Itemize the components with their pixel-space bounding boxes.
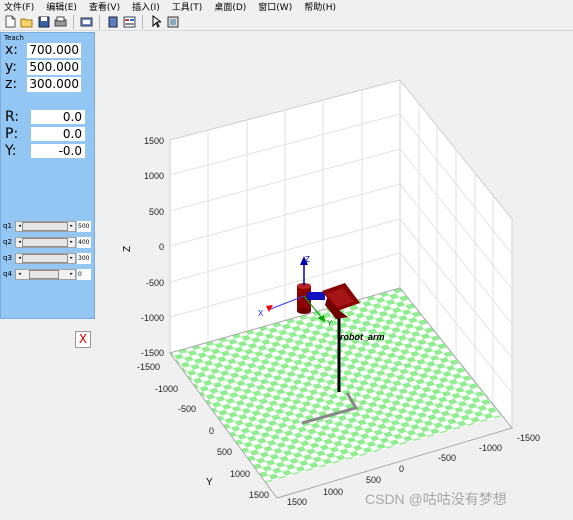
joint-q2-slider[interactable]: ◂ ▸	[15, 236, 76, 248]
svg-text:-1500: -1500	[517, 433, 540, 443]
teach-panel: Teach x: 700.000 y: 500.000 z: 300.000 R…	[0, 32, 95, 348]
print-icon[interactable]	[53, 14, 68, 29]
joint-q3-value[interactable]: 300	[77, 252, 91, 264]
position-x-row: x: 700.000	[5, 42, 81, 58]
joint-q4-slider[interactable]: ◂ ▸	[15, 268, 76, 280]
slider-right-arrow-icon[interactable]: ▸	[68, 254, 75, 263]
svg-text:-1000: -1000	[479, 443, 502, 453]
menu-edit[interactable]: 编辑(E)	[46, 0, 77, 13]
position-z-value: 300.000	[27, 76, 81, 92]
orientation-r-value: 0.0	[31, 110, 85, 124]
orientation-p-row: P: 0.0	[5, 126, 85, 142]
menu-help[interactable]: 帮助(H)	[304, 0, 336, 13]
toolbar-separator	[73, 14, 74, 29]
menu-view[interactable]: 查看(V)	[89, 0, 120, 13]
slider-left-arrow-icon[interactable]: ◂	[16, 270, 23, 279]
joint-q3-slider[interactable]: ◂ ▸	[15, 252, 76, 264]
pointer-icon[interactable]	[148, 14, 163, 29]
position-x-label: x:	[5, 42, 19, 58]
slider-right-arrow-icon[interactable]: ▸	[68, 238, 75, 247]
joint-q2-value[interactable]: 400	[77, 236, 91, 248]
joint-q1-slider[interactable]: ◂ ▸	[15, 220, 76, 232]
svg-text:500: 500	[149, 207, 164, 217]
position-y-value: 500.000	[27, 59, 81, 75]
close-button[interactable]: X	[75, 331, 91, 348]
svg-text:1000: 1000	[323, 487, 343, 497]
svg-text:-1000: -1000	[141, 313, 164, 323]
z-axis-label: Z	[122, 246, 133, 252]
orientation-y-value: -0.0	[31, 144, 85, 158]
svg-text:-1000: -1000	[155, 384, 178, 394]
slider-right-arrow-icon[interactable]: ▸	[68, 222, 75, 231]
position-z-label: z:	[5, 76, 18, 92]
frame-y-label: Y	[327, 319, 333, 328]
print-preview-icon[interactable]	[79, 14, 94, 29]
joint-q1-row: q1 ◂ ▸ 500	[3, 219, 91, 233]
svg-text:0: 0	[399, 464, 404, 474]
joint-q4-thumb[interactable]	[29, 269, 59, 279]
svg-text:-500: -500	[438, 453, 456, 463]
open-file-icon[interactable]	[19, 14, 34, 29]
joint-q3-thumb[interactable]	[22, 253, 68, 263]
svg-text:1000: 1000	[144, 171, 164, 181]
joint-q4-value[interactable]: 0	[77, 268, 91, 280]
save-icon[interactable]	[36, 14, 51, 29]
joint-q3-row: q3 ◂ ▸ 300	[3, 251, 91, 265]
joint-q2-row: q2 ◂ ▸ 400	[3, 235, 91, 249]
svg-text:-1500: -1500	[137, 362, 160, 372]
orientation-r-label: R:	[5, 109, 20, 125]
orientation-y-label: Y:	[5, 143, 17, 159]
joint-q1-thumb[interactable]	[22, 221, 68, 231]
joint-q2-label: q2	[3, 238, 12, 246]
menu-file[interactable]: 文件(F)	[4, 0, 34, 13]
position-x-value: 700.000	[27, 42, 81, 58]
toolbar-separator	[99, 14, 100, 29]
joint-q4-label: q4	[3, 270, 12, 278]
orientation-p-label: P:	[5, 126, 19, 142]
svg-text:500: 500	[217, 447, 232, 457]
svg-text:-500: -500	[178, 404, 196, 414]
frame-z-label: Z	[305, 255, 310, 264]
svg-text:-500: -500	[146, 278, 164, 288]
orientation-y-row: Y: -0.0	[5, 143, 85, 159]
orientation-r-row: R: 0.0	[5, 109, 85, 125]
y-axis-label: Y	[206, 477, 213, 488]
menu-desktop[interactable]: 桌面(D)	[214, 0, 246, 13]
joint-q4-row: q4 ◂ ▸ 0	[3, 267, 91, 281]
docked-figure-icon[interactable]	[165, 14, 180, 29]
svg-text:1500: 1500	[287, 497, 307, 507]
menu-bar: 文件(F) 编辑(E) 查看(V) 插入(I) 工具(T) 桌面(D) 窗口(W…	[0, 0, 573, 13]
toolbar	[0, 13, 573, 31]
menu-window[interactable]: 窗口(W)	[258, 0, 292, 13]
position-z-row: z: 300.000	[5, 76, 81, 92]
position-y-row: y: 500.000	[5, 59, 81, 75]
slider-right-arrow-icon[interactable]: ▸	[68, 270, 75, 279]
menu-insert[interactable]: 插入(I)	[132, 0, 160, 13]
svg-text:1500: 1500	[144, 136, 164, 146]
robot-joint-link	[307, 292, 325, 300]
toolbar-separator	[142, 14, 143, 29]
property-inspector-icon[interactable]	[122, 14, 137, 29]
joint-q2-thumb[interactable]	[22, 237, 68, 247]
svg-text:-1500: -1500	[141, 348, 164, 358]
joint-q3-label: q3	[3, 254, 12, 262]
svg-text:1500: 1500	[249, 490, 269, 500]
joint-q1-value[interactable]: 500	[77, 220, 91, 232]
svg-text:1000: 1000	[230, 469, 250, 479]
teach-title: Teach	[4, 34, 24, 42]
menu-tools[interactable]: 工具(T)	[172, 0, 203, 13]
new-file-icon[interactable]	[2, 14, 17, 29]
joint-q1-label: q1	[3, 222, 12, 230]
orientation-p-value: 0.0	[31, 127, 85, 141]
robot-name-label: robot_arm	[340, 332, 385, 342]
frame-x-label: X	[258, 309, 264, 318]
watermark: CSDN @咕咕没有梦想	[365, 491, 507, 507]
z-axis-ticks: 1500 1000 500 0 -500 -1000 -1500	[141, 136, 164, 358]
panel-icon[interactable]	[105, 14, 120, 29]
svg-text:0: 0	[159, 242, 164, 252]
svg-text:0: 0	[209, 426, 214, 436]
position-y-label: y:	[5, 59, 17, 75]
svg-text:500: 500	[366, 475, 381, 485]
